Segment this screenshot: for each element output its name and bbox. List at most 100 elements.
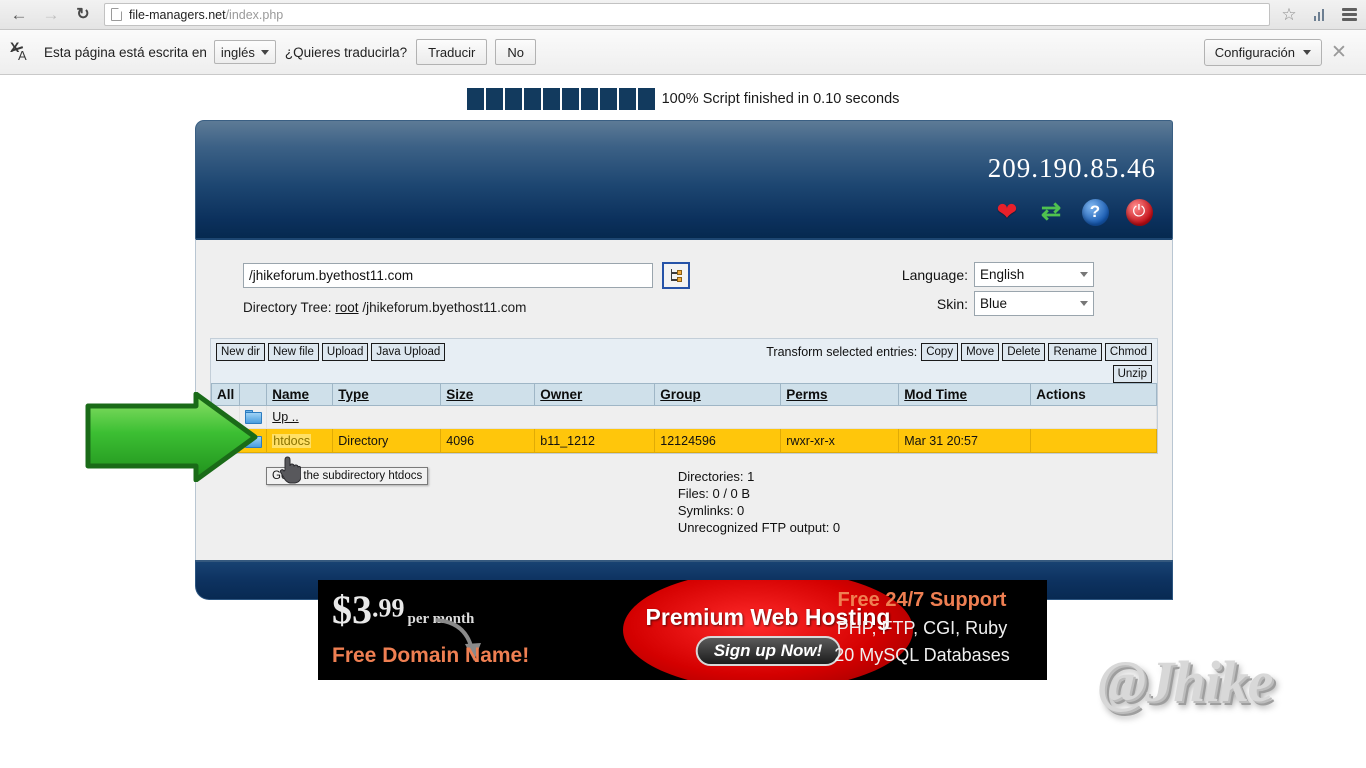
column-header-size[interactable]: Size (440, 383, 536, 406)
skin-select[interactable]: Blue (974, 291, 1094, 316)
translate-no-button[interactable]: No (495, 39, 536, 65)
new-dir-button[interactable]: New dir (216, 343, 265, 361)
translate-question: ¿Quieres traducirla? (284, 44, 408, 60)
chevron-down-icon (1080, 272, 1088, 277)
table-row[interactable]: htdocs Directory 4096 b11_1212 12124596 … (210, 428, 1157, 453)
translate-language-select[interactable]: inglés (213, 40, 276, 64)
transform-label: Transform selected entries: (766, 345, 918, 359)
row-actions-cell[interactable] (1030, 428, 1157, 453)
ad-free-domain: Free Domain Name! (332, 644, 530, 667)
server-ip: 209.190.85.46 (987, 153, 1156, 183)
translate-bar: XA Esta página está escrita en inglés ¿Q… (0, 30, 1366, 75)
new-file-button[interactable]: New file (267, 343, 319, 361)
column-header-perms[interactable]: Perms (780, 383, 900, 406)
rename-button[interactable]: Rename (1048, 343, 1102, 361)
close-icon[interactable]: ✕ (1322, 41, 1356, 64)
path-line (243, 262, 690, 289)
row-owner-cell: b11_1212 (534, 428, 656, 453)
ad-price-whole: 3 (352, 587, 372, 632)
star-bookmark-icon[interactable]: ☆ (1276, 2, 1302, 28)
header-icon-group: ❤ ⇄ ? ⏻ (992, 197, 1154, 227)
column-header-actions: Actions (1030, 383, 1157, 406)
chevron-down-icon (1080, 301, 1088, 306)
stat-files: Files: 0 / 0 B (677, 486, 751, 501)
page-icon (111, 8, 122, 21)
language-row: Language: English (902, 262, 1094, 287)
refresh-icon[interactable]: ⇄ (1036, 197, 1066, 227)
advertisement-banner[interactable]: $3.99 per month Free Domain Name! Premium… (318, 580, 1047, 680)
move-button[interactable]: Move (961, 343, 1000, 361)
directory-tree-label: Directory Tree: (243, 300, 332, 315)
language-select[interactable]: English (974, 262, 1094, 287)
file-toolbar: New dir New file Upload Java Upload Tran… (211, 339, 1157, 383)
progress-blocks (466, 88, 655, 110)
chevron-down-icon (260, 49, 269, 55)
url-host: file-managers.net (129, 7, 226, 22)
file-name-link[interactable]: htdocs (272, 433, 312, 448)
column-header-group[interactable]: Group (654, 383, 782, 406)
panel-body: Directory Tree: root /jhikeforum.byethos… (195, 238, 1173, 560)
column-header-type[interactable]: Type (332, 383, 442, 406)
path-input[interactable] (243, 263, 653, 288)
transform-row-2: Unzip (1112, 365, 1152, 383)
directory-tree-path: /jhikeforum.byethost11.com (362, 300, 527, 315)
table-row[interactable]: Up .. (210, 405, 1157, 429)
language-value: English (980, 267, 1025, 282)
java-upload-button[interactable]: Java Upload (371, 343, 446, 361)
translate-message: Esta página está escrita en (44, 44, 207, 60)
row-type-cell: Directory (332, 428, 442, 453)
column-header-name[interactable]: Name (266, 383, 334, 406)
translate-button[interactable]: Traducir (416, 39, 488, 65)
translate-settings-label: Configuración (1214, 44, 1295, 60)
progress-text: 100% Script finished in 0.10 seconds (661, 91, 900, 107)
ad-support: Free 24/7 Support (837, 589, 1007, 611)
up-directory-link[interactable]: Up .. (272, 410, 298, 424)
heart-icon[interactable]: ❤ (992, 197, 1022, 227)
address-bar[interactable]: file-managers.net/index.php (104, 3, 1270, 26)
upload-button[interactable]: Upload (321, 343, 369, 361)
table-header-row: All Name Type Size Owner Group Perms Mod… (210, 383, 1157, 406)
ad-databases: 20 MySQL Databases (834, 645, 1010, 665)
green-pointer-arrow (84, 391, 259, 487)
directory-tree-icon[interactable] (662, 262, 690, 289)
ad-price-currency: $ (332, 587, 352, 632)
url-path: /index.php (225, 7, 284, 22)
ad-left-block: $3.99 per month Free Domain Name! (332, 586, 632, 676)
translate-bar-right: Configuración ✕ (1203, 38, 1356, 66)
copy-button[interactable]: Copy (921, 343, 959, 361)
file-table-container: New dir New file Upload Java Upload Tran… (210, 338, 1158, 454)
row-group-cell: 12124596 (654, 428, 782, 453)
bar-chart-icon[interactable] (1306, 2, 1332, 28)
column-header-owner[interactable]: Owner (534, 383, 656, 406)
skin-row: Skin: Blue (902, 291, 1094, 316)
power-icon[interactable]: ⏻ (1124, 197, 1154, 227)
mouse-cursor-hand-icon (279, 455, 302, 490)
stat-unrecognized: Unrecognized FTP output: 0 (677, 520, 841, 535)
translate-icon: XA (10, 39, 27, 63)
delete-button[interactable]: Delete (1002, 343, 1046, 361)
help-icon[interactable]: ? (1080, 197, 1110, 227)
skin-value: Blue (980, 296, 1008, 311)
stat-symlinks: Symlinks: 0 (677, 503, 745, 518)
options-column: Language: English Skin: Blue (902, 262, 1158, 320)
row-name-cell[interactable]: htdocs (266, 428, 334, 453)
reload-icon[interactable]: ↻ (70, 2, 96, 28)
ad-price-cents: .99 (372, 593, 405, 623)
stat-directories: Directories: 1 (677, 469, 755, 484)
row-name-cell[interactable]: Up .. (266, 405, 1157, 429)
language-label: Language: (901, 266, 968, 283)
script-progress: 100% Script finished in 0.10 seconds (0, 88, 1366, 110)
forward-arrow-icon[interactable]: → (38, 2, 64, 28)
column-header-mod-time[interactable]: Mod Time (898, 383, 1032, 406)
hamburger-menu-icon[interactable] (1336, 2, 1362, 28)
directory-tree-root-link[interactable]: root (335, 300, 358, 315)
path-column: Directory Tree: root /jhikeforum.byethos… (210, 262, 690, 315)
back-arrow-icon[interactable]: ← (6, 2, 32, 28)
skin-label: Skin: (936, 295, 968, 312)
chmod-button[interactable]: Chmod (1104, 343, 1152, 361)
row-mod-time-cell: Mar 31 20:57 (898, 428, 1032, 453)
unzip-button[interactable]: Unzip (1112, 365, 1152, 383)
translate-language-value: inglés (220, 44, 255, 60)
translate-settings-button[interactable]: Configuración (1203, 38, 1322, 66)
file-manager-panel: 209.190.85.46 ❤ ⇄ ? ⏻ Directory Tree: ro… (195, 120, 1173, 600)
